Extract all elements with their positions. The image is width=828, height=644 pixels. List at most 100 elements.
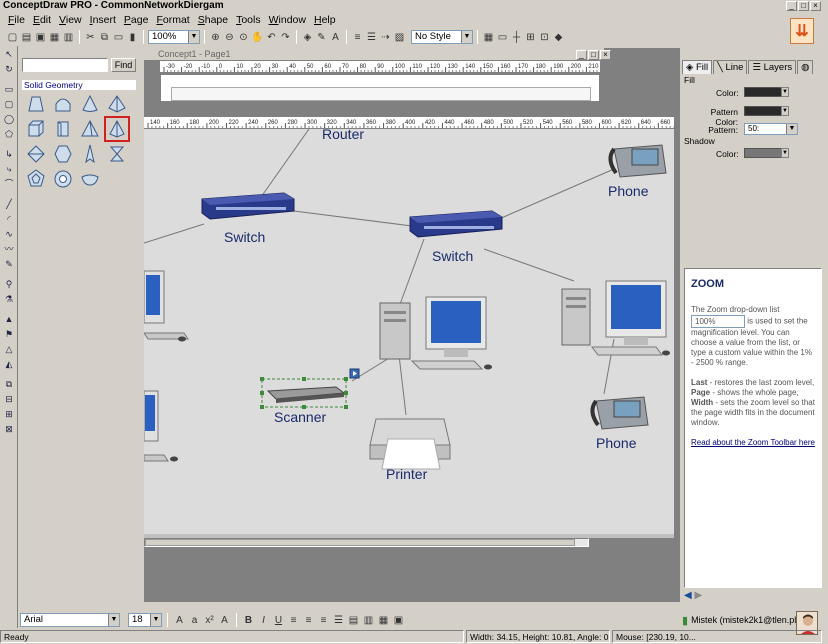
label-phone-2[interactable]: Phone: [596, 435, 636, 451]
label-printer[interactable]: Printer: [386, 466, 427, 482]
label-switch-1[interactable]: Switch: [224, 229, 265, 245]
cone-shape-icon[interactable]: [79, 93, 101, 115]
snap-icon[interactable]: ⊞: [524, 31, 537, 44]
superscript-icon[interactable]: x²: [203, 614, 216, 627]
increase-font-icon[interactable]: A: [173, 614, 186, 627]
connector-icon[interactable]: ↳: [3, 148, 15, 160]
zoom-fit-icon[interactable]: ⊙: [237, 31, 250, 44]
save-icon[interactable]: ▣: [34, 31, 47, 44]
copy-icon[interactable]: ⧉: [98, 31, 111, 44]
pyramid-shape-icon[interactable]: [106, 93, 128, 115]
pyramid-icon[interactable]: △: [3, 343, 15, 355]
help-zoom-combo[interactable]: 100%: [691, 315, 745, 328]
pointer-icon[interactable]: ↖: [3, 48, 15, 60]
chevron-down-icon[interactable]: ▼: [781, 148, 789, 158]
bold-icon[interactable]: B: [242, 614, 255, 627]
triangle-icon[interactable]: ▲: [3, 313, 15, 325]
menu-window[interactable]: Window: [269, 14, 306, 26]
text-color-icon[interactable]: A: [218, 614, 231, 627]
bezier-icon[interactable]: ∿: [3, 228, 15, 240]
new-document-icon[interactable]: ▢: [6, 31, 19, 44]
italic-icon[interactable]: I: [257, 614, 270, 627]
valign-top-icon[interactable]: ▤: [347, 614, 360, 627]
ruler-icon[interactable]: ▭: [496, 31, 509, 44]
drawing-canvas[interactable]: Router Phone Switch Switch Scanner Print…: [144, 129, 674, 534]
frustum-shape-icon[interactable]: [25, 93, 47, 115]
font-combo[interactable]: Arial ▼: [20, 613, 120, 627]
flag-icon[interactable]: ⚑: [3, 328, 15, 340]
line-style-icon[interactable]: ☰: [365, 31, 378, 44]
font-size-combo[interactable]: 18 ▼: [128, 613, 162, 627]
align-left-icon[interactable]: ≡: [287, 614, 300, 627]
chevron-down-icon[interactable]: ▼: [781, 87, 789, 97]
library-title[interactable]: Solid Geometry: [22, 80, 136, 90]
doc-minimize-button[interactable]: _: [576, 50, 587, 60]
layers-icon[interactable]: ◭: [3, 358, 15, 370]
back-arrow-icon[interactable]: ◀: [684, 590, 692, 601]
undo-icon[interactable]: ↶: [265, 31, 278, 44]
zoom-in-icon[interactable]: ⊕: [209, 31, 222, 44]
menu-page[interactable]: Page: [124, 14, 149, 26]
maximize-button[interactable]: □: [798, 1, 809, 11]
polygon-icon[interactable]: ⬠: [3, 128, 15, 140]
freehand-icon[interactable]: 〰: [3, 243, 15, 255]
library-search-input[interactable]: [22, 58, 108, 72]
minimize-button[interactable]: _: [786, 1, 797, 11]
shadow-color-swatch[interactable]: [744, 148, 786, 158]
rotate-icon[interactable]: ↻: [3, 63, 15, 75]
style-combo[interactable]: No Style ▼: [411, 30, 473, 44]
ellipse-icon[interactable]: ◯: [3, 113, 15, 125]
octahedron-shape-icon[interactable]: [25, 143, 47, 165]
menu-tools[interactable]: Tools: [236, 14, 261, 26]
menu-format[interactable]: Format: [156, 14, 189, 26]
align-icon[interactable]: ⊞: [3, 408, 15, 420]
cut-icon[interactable]: ✂: [84, 31, 97, 44]
format-painter-icon[interactable]: ▮: [126, 31, 139, 44]
connection-icon[interactable]: ⊡: [538, 31, 551, 44]
torus-shape-icon[interactable]: [52, 168, 74, 190]
rectangle-icon[interactable]: ▭: [3, 83, 15, 95]
prism-shape-icon[interactable]: [52, 118, 74, 140]
open-folder-icon[interactable]: ▤: [20, 31, 33, 44]
pattern-color-swatch[interactable]: [744, 106, 786, 116]
guides-icon[interactable]: ┼: [510, 31, 523, 44]
hexagonal-prism-shape-icon[interactable]: [52, 143, 74, 165]
arc-connector-icon[interactable]: ⌒: [3, 178, 15, 190]
menu-insert[interactable]: Insert: [90, 14, 116, 26]
label-switch-2[interactable]: Switch: [432, 248, 473, 264]
close-button[interactable]: ×: [810, 1, 821, 11]
dodecahedron-shape-icon[interactable]: [25, 168, 47, 190]
line-color-icon[interactable]: ✎: [315, 31, 328, 44]
fill-color-swatch[interactable]: [744, 87, 786, 97]
horizontal-scrollbar[interactable]: [144, 538, 589, 547]
label-scanner[interactable]: Scanner: [274, 409, 326, 425]
menu-help[interactable]: Help: [314, 14, 336, 26]
smart-connector-icon[interactable]: ⤷: [3, 163, 15, 175]
dish-shape-icon[interactable]: [79, 168, 101, 190]
tab-fill[interactable]: ◈ Fill: [682, 60, 713, 74]
underline-icon[interactable]: U: [272, 614, 285, 627]
doc-close-button[interactable]: ×: [600, 50, 611, 60]
bipyramid-shape-icon[interactable]: [106, 143, 128, 165]
help-read-more-link[interactable]: Read about the Zoom Toolbar here: [691, 438, 815, 448]
align-right-icon[interactable]: ≡: [317, 614, 330, 627]
line-icon[interactable]: ╱: [3, 198, 15, 210]
square-pyramid-shape-icon[interactable]: [104, 116, 130, 142]
line-end-icon[interactable]: ⇢: [379, 31, 392, 44]
justify-icon[interactable]: ☰: [332, 614, 345, 627]
grid-icon[interactable]: ▦: [482, 31, 495, 44]
tab-line[interactable]: ╲ Line: [713, 60, 748, 74]
dome-shape-icon[interactable]: [52, 93, 74, 115]
print-icon[interactable]: ▦: [48, 31, 61, 44]
valign-middle-icon[interactable]: ▥: [362, 614, 375, 627]
print-preview-icon[interactable]: ▥: [62, 31, 75, 44]
arc-icon[interactable]: ◜: [3, 213, 15, 225]
ungroup-icon[interactable]: ⊟: [3, 393, 15, 405]
zoom-out-icon[interactable]: ⊖: [223, 31, 236, 44]
library-icon[interactable]: ◆: [552, 31, 565, 44]
distribute-icon[interactable]: ⊠: [3, 423, 15, 435]
group-icon[interactable]: ⧉: [3, 378, 15, 390]
text-color-icon[interactable]: A: [329, 31, 342, 44]
tab-layers[interactable]: ☰ Layers: [748, 60, 797, 74]
redo-icon[interactable]: ↷: [279, 31, 292, 44]
